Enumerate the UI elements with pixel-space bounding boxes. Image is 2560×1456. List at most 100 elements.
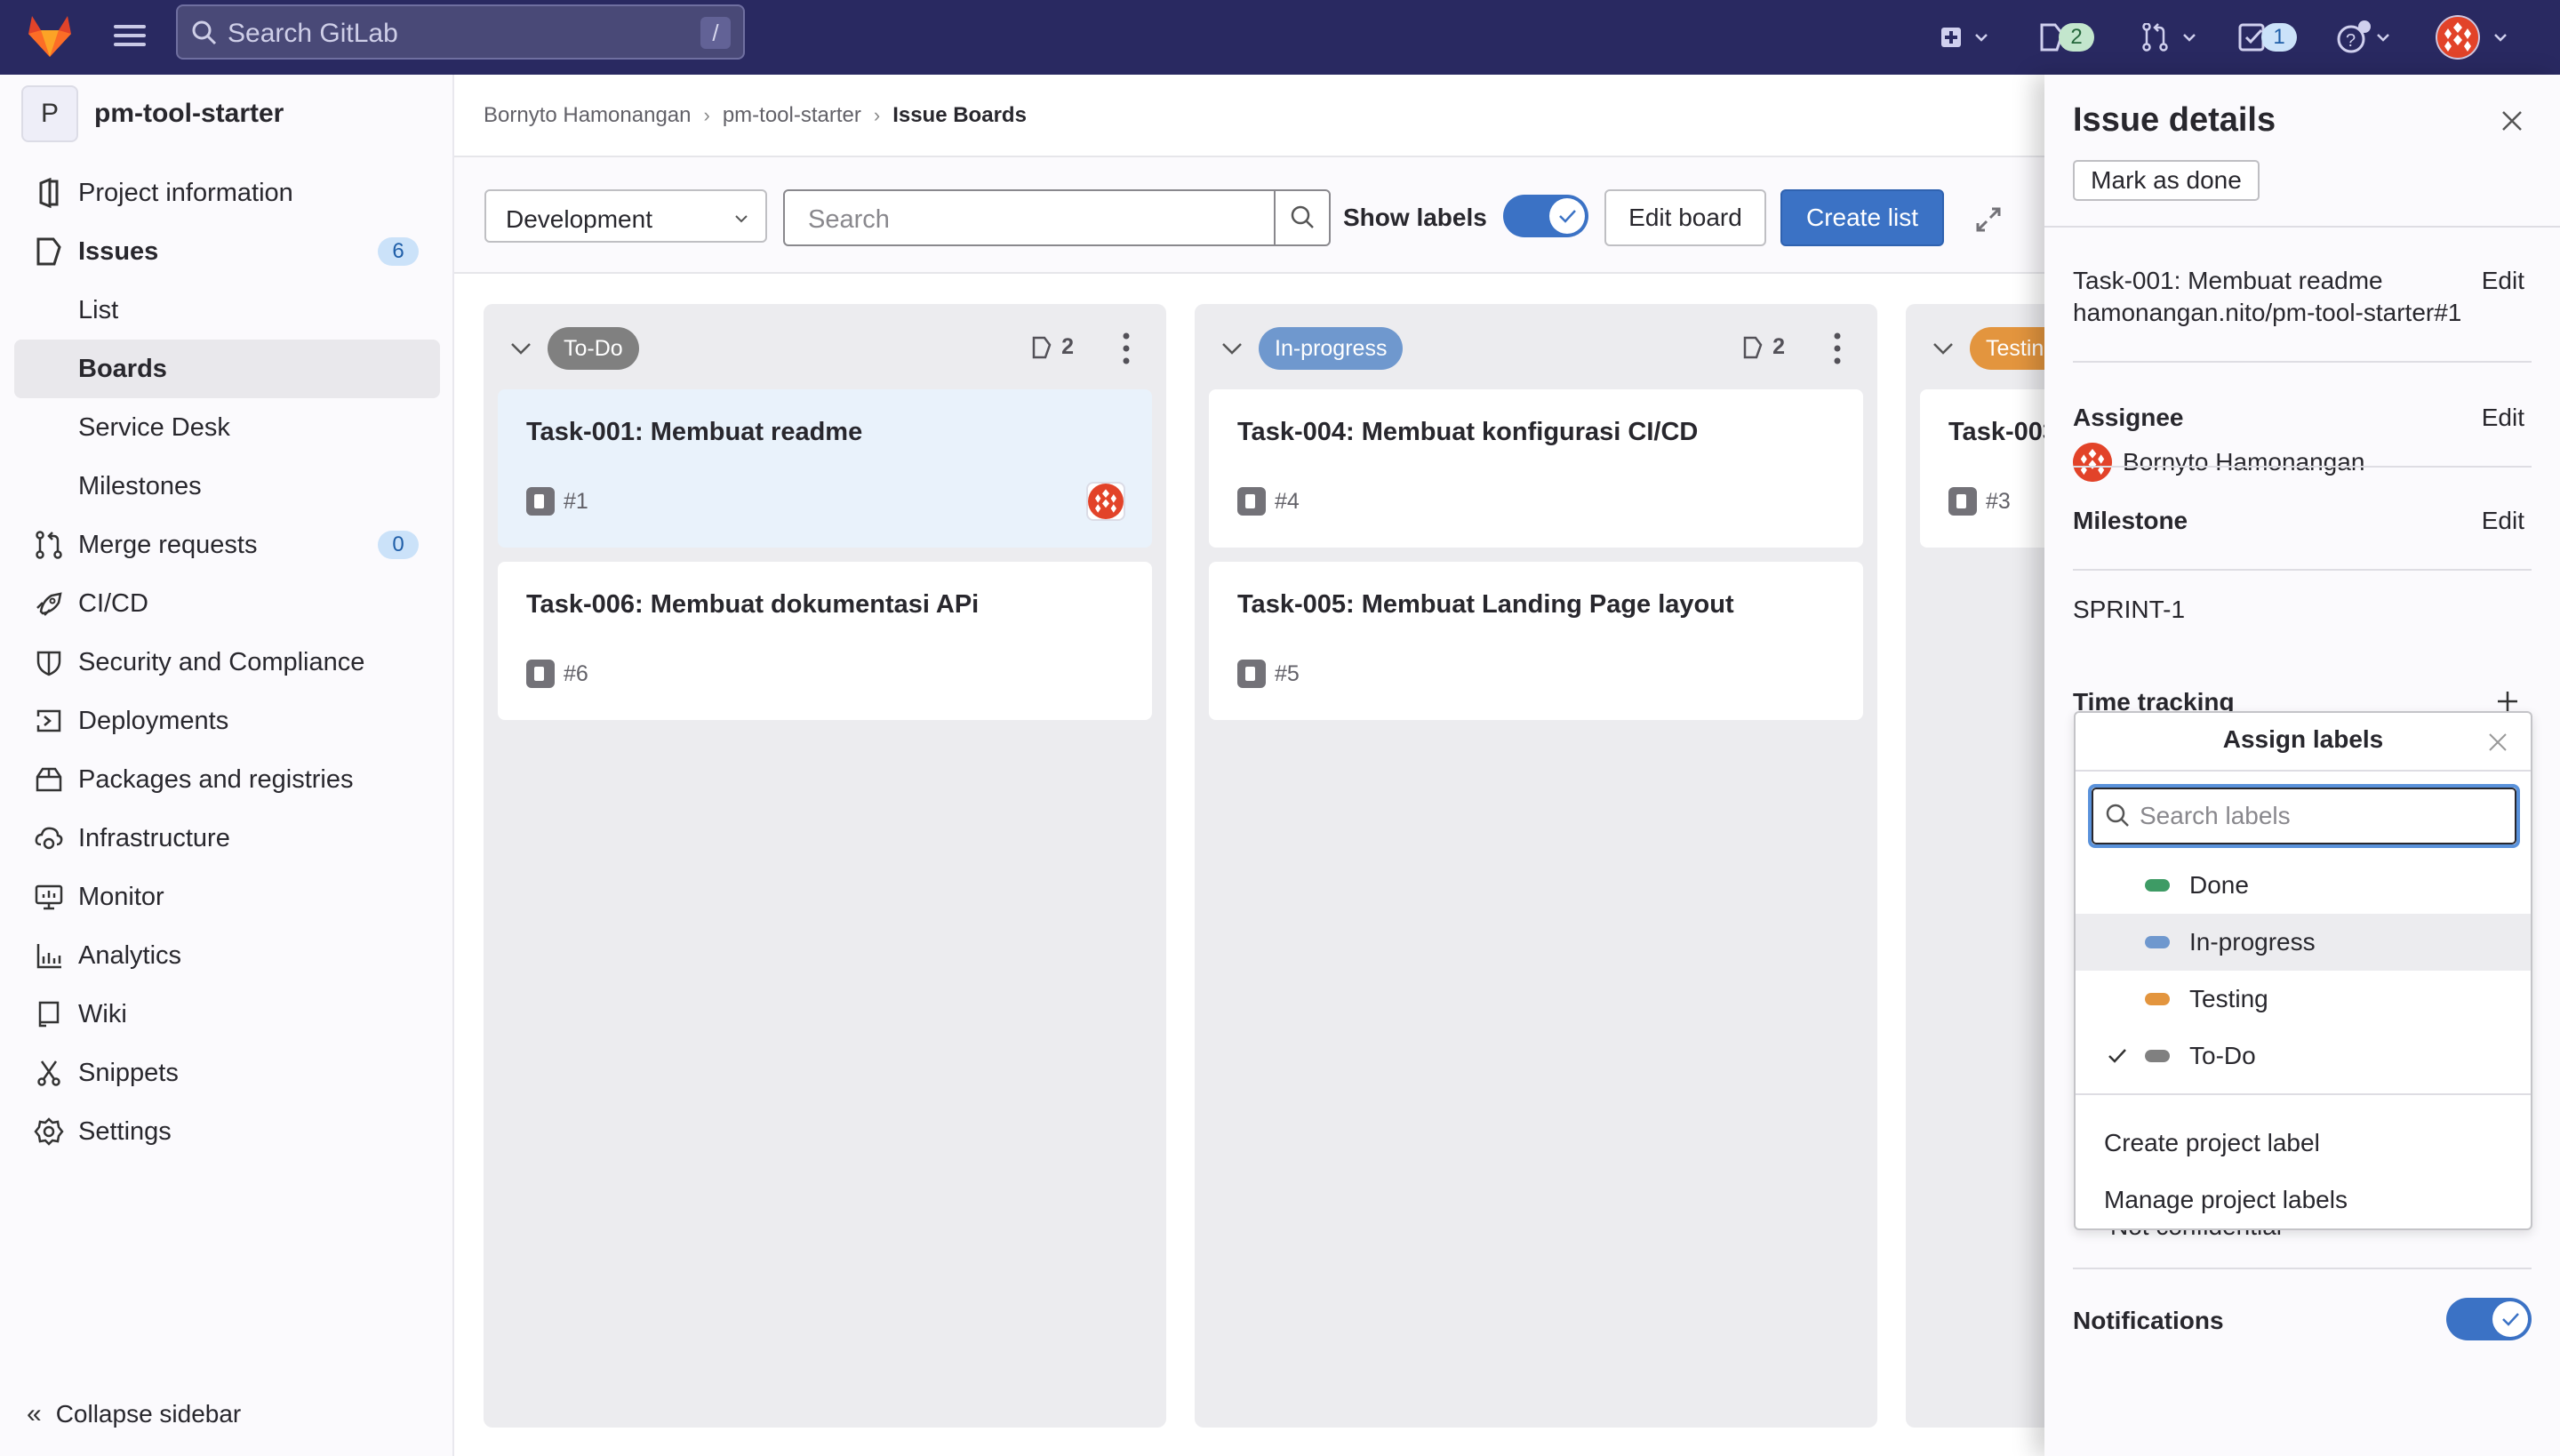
merge-request-icon [2142,23,2168,52]
chevron-down-icon [735,215,748,223]
merge-requests-nav-button[interactable] [2142,18,2197,57]
kebab-menu-icon[interactable] [1122,331,1131,366]
sidebar-item-label: Deployments [78,706,229,735]
column-label-badge[interactable]: In-progress [1259,327,1404,370]
sidebar-item-monitor[interactable]: Monitor [14,868,440,926]
issue-card-title[interactable]: Task-003 [1948,418,2057,447]
sidebar-item-issues[interactable]: Issues 6 [14,222,440,281]
sidebar-item-merge-requests[interactable]: Merge requests 0 [14,516,440,574]
rocket-icon [36,592,62,616]
column-count-value: 2 [1772,334,1785,359]
issue-card[interactable]: Task-006: Membuat dokumentasi APi #6 [498,562,1152,720]
sidebar-item-service-desk[interactable]: Service Desk [14,398,440,457]
edit-board-button[interactable]: Edit board [1604,189,1766,246]
close-icon[interactable] [2500,108,2524,133]
edit-title-button[interactable]: Edit [2482,267,2524,295]
sidebar-item-wiki[interactable]: Wiki [14,985,440,1044]
mark-as-done-button[interactable]: Mark as done [2073,160,2260,201]
sidebar-item-label: Boards [78,354,167,383]
plus-icon[interactable] [2496,690,2519,713]
issue-card-title[interactable]: Task-004: Membuat konfigurasi CI/CD [1237,418,1698,447]
breadcrumb-user[interactable]: Bornyto Hamonangan [484,103,691,128]
sidebar-item-infrastructure[interactable]: Infrastructure [14,809,440,868]
toggle-knob [2492,1301,2528,1337]
label-name: To-Do [2189,1042,2256,1069]
cloud-gear-icon [35,827,63,850]
chart-icon [36,944,61,969]
board-search-button[interactable] [1274,191,1329,244]
show-labels-toggle[interactable] [1503,195,1588,237]
issue-card-title[interactable]: Task-005: Membuat Landing Page layout [1237,590,1734,620]
expand-fullscreen-icon[interactable] [1972,204,2004,236]
search-labels-input[interactable]: Search labels [2088,784,2520,848]
divider [2076,770,2531,772]
label-option-to-do[interactable]: To-Do [2076,1028,2531,1084]
sidebar-item-ci-cd[interactable]: CI/CD [14,574,440,633]
board-search-input[interactable]: Search [783,189,1331,246]
todos-nav-button[interactable]: 1 [2238,18,2297,57]
sidebar-item-deployments[interactable]: Deployments [14,692,440,750]
sidebar-item-security[interactable]: Security and Compliance [14,633,440,692]
issue-reference[interactable]: hamonangan.nito/pm-tool-starter#1 [2073,299,2461,327]
create-project-label-link[interactable]: Create project label [2104,1129,2320,1157]
board-column-todo: To-Do 2 Task-001: Membuat readme #1 Task… [484,304,1166,1428]
chevron-down-icon[interactable] [1931,336,1956,361]
milestone-value[interactable]: SPRINT-1 [2073,596,2185,624]
sidebar-item-analytics[interactable]: Analytics [14,926,440,985]
label-option-testing[interactable]: Testing [2076,971,2531,1028]
show-labels-label: Show labels [1343,204,1487,231]
label-option-in-progress[interactable]: In-progress [2076,914,2531,971]
scissors-icon [37,1060,60,1086]
issue-number: #6 [564,660,588,686]
chevron-down-icon[interactable] [1220,336,1244,361]
popover-title: Assign labels [2222,725,2384,753]
project-link[interactable]: P pm-tool-starter [21,85,284,142]
sidebar-item-milestones[interactable]: Milestones [14,457,440,516]
top-navbar: Search GitLab / 2 1 ? [0,0,2560,75]
board-select-dropdown[interactable]: Development [484,189,767,243]
assignee-name[interactable]: Bornyto Hamonangan [2123,448,2364,476]
help-menu-button[interactable]: ? [2336,18,2391,57]
sidebar-item-packages[interactable]: Packages and registries [14,750,440,809]
board-column-in-progress: In-progress 2 Task-004: Membuat konfigur… [1195,304,1877,1428]
manage-project-labels-link[interactable]: Manage project labels [2104,1186,2348,1214]
check-icon [2108,1049,2126,1063]
chevron-down-icon[interactable] [508,336,533,361]
issue-number: #4 [1275,488,1300,514]
breadcrumb-project[interactable]: pm-tool-starter [723,103,861,128]
issue-card-title[interactable]: Task-001: Membuat readme [526,418,862,447]
issue-card[interactable]: Task-004: Membuat konfigurasi CI/CD #4 [1209,389,1863,548]
collapse-sidebar-button[interactable]: « Collapse sidebar [27,1399,241,1429]
board-filter-bar: Development Search Show labels Edit boar… [454,157,2054,274]
board-area: To-Do 2 Task-001: Membuat readme #1 Task… [454,274,2560,1456]
notifications-toggle[interactable] [2446,1298,2532,1340]
column-count-value: 2 [1061,334,1074,359]
sidebar-item-project-information[interactable]: Project information [14,164,440,222]
edit-milestone-button[interactable]: Edit [2482,507,2524,535]
kebab-menu-icon[interactable] [1833,331,1842,366]
assignee-avatar[interactable] [1086,482,1125,521]
sidebar-item-snippets[interactable]: Snippets [14,1044,440,1102]
global-search-input[interactable]: Search GitLab / [176,4,745,60]
issues-nav-button[interactable]: 2 [2039,18,2094,57]
issue-card[interactable]: Task-001: Membuat readme #1 [498,389,1152,548]
close-icon[interactable] [2488,732,2508,752]
new-menu-button[interactable] [1941,18,1989,57]
edit-assignee-button[interactable]: Edit [2482,404,2524,432]
issue-card-meta: #5 [1237,660,1300,688]
column-header: To-Do 2 [484,304,1166,389]
gitlab-logo-icon[interactable] [25,11,75,60]
breadcrumb-current[interactable]: Issue Boards [892,103,1027,128]
sidebar-item-label: CI/CD [78,588,148,618]
menu-icon[interactable] [112,20,148,55]
issues-icon [36,237,61,266]
issue-card[interactable]: Task-005: Membuat Landing Page layout #5 [1209,562,1863,720]
sidebar-item-settings[interactable]: Settings [14,1102,440,1161]
create-list-button[interactable]: Create list [1780,189,1944,246]
issue-card-title[interactable]: Task-006: Membuat dokumentasi APi [526,590,979,620]
label-option-done[interactable]: Done [2076,857,2531,914]
user-menu-button[interactable] [2436,15,2508,60]
column-label-badge[interactable]: To-Do [548,327,639,370]
sidebar-item-boards[interactable]: Boards [14,340,440,398]
sidebar-item-list[interactable]: List [14,281,440,340]
